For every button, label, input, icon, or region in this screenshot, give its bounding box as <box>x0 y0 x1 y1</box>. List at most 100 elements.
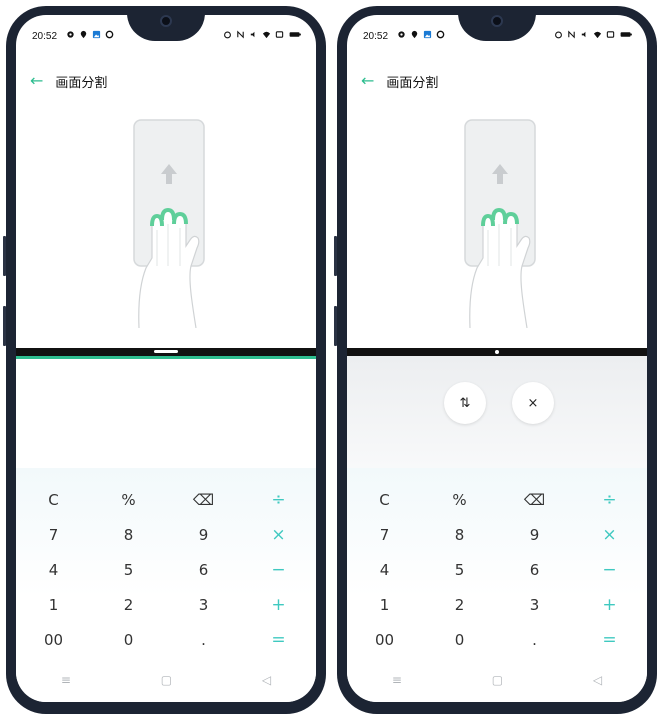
digit-key-6[interactable]: 6 <box>497 561 572 579</box>
equals-key[interactable]: = <box>241 630 316 650</box>
split-divider[interactable] <box>347 348 647 356</box>
status-time: 20:52 <box>363 31 389 42</box>
gallery-icon <box>423 30 432 39</box>
back-arrow-icon[interactable]: ← <box>30 73 43 89</box>
digit-key-4[interactable]: 4 <box>16 561 91 579</box>
plus-key[interactable]: + <box>572 595 647 615</box>
calculator-row: 00 0. = <box>16 622 316 657</box>
digit-key-8[interactable]: 8 <box>422 526 497 544</box>
phone-left: 20:52 ← 画面分割 C % ⌫ ÷ 7 8 9 × 4 5 6 − 1 2… <box>3 6 326 714</box>
percent-key[interactable]: % <box>91 491 166 509</box>
status-icons-left <box>66 30 114 39</box>
drag-handle-icon[interactable] <box>154 350 178 353</box>
double-zero-key[interactable]: 00 <box>16 631 91 649</box>
decimal-key[interactable]: . <box>166 631 241 649</box>
multiply-key[interactable]: × <box>572 525 647 545</box>
digit-key-8[interactable]: 8 <box>91 526 166 544</box>
calculator-row: 1 2 3 + <box>347 587 647 622</box>
backspace-key[interactable]: ⌫ <box>166 491 241 509</box>
status-time: 20:52 <box>32 31 58 42</box>
decimal-key[interactable]: . <box>497 631 572 649</box>
wifi-icon <box>262 31 271 39</box>
digit-key-5[interactable]: 5 <box>91 561 166 579</box>
backspace-key[interactable]: ⌫ <box>497 491 572 509</box>
calculator-row: 4 5 6− <box>347 552 647 587</box>
status-icons-right <box>554 30 633 39</box>
digit-key-6[interactable]: 6 <box>166 561 241 579</box>
multiply-key[interactable]: × <box>241 525 316 545</box>
active-window-indicator <box>16 356 316 359</box>
back-icon[interactable]: ◁ <box>593 673 602 687</box>
header: ← 画面分割 <box>361 71 438 91</box>
equals-key[interactable]: = <box>572 630 647 650</box>
gear-icon <box>398 31 405 38</box>
mute-icon <box>250 31 255 38</box>
calculator-row: 00 0. = <box>347 622 647 657</box>
minus-key[interactable]: − <box>572 560 647 580</box>
calculator-row: C% ⌫ ÷ <box>16 482 316 517</box>
alarm-icon <box>555 31 562 39</box>
location-icon <box>80 30 87 39</box>
calculator-panel: C% ⌫ ÷ 7 8 9 × 4 5 6−1 2 3 +00 0. = ≡ ▢ ◁ <box>16 468 316 702</box>
nfc-icon <box>568 30 575 39</box>
back-icon[interactable]: ◁ <box>262 673 271 687</box>
menu-icon[interactable]: ≡ <box>392 673 402 687</box>
plus-key[interactable]: + <box>241 595 316 615</box>
alarm-icon <box>224 31 231 39</box>
clear-key[interactable]: C <box>347 491 422 509</box>
gallery-icon <box>92 30 101 39</box>
digit-key-0[interactable]: 0 <box>91 631 166 649</box>
digit-key-9[interactable]: 9 <box>166 526 241 544</box>
mute-icon <box>581 31 586 38</box>
digit-key-0[interactable]: 0 <box>422 631 497 649</box>
screen-left: 20:52 ← 画面分割 C % ⌫ ÷ 7 8 9 × 4 5 6 − 1 2… <box>16 15 316 702</box>
digit-key-4[interactable]: 4 <box>347 561 422 579</box>
close-icon: × <box>527 395 539 411</box>
volume-button <box>334 236 337 276</box>
home-icon[interactable]: ▢ <box>492 673 503 687</box>
wifi-icon <box>593 31 602 39</box>
digit-key-9[interactable]: 9 <box>497 526 572 544</box>
page-title: 画面分割 <box>55 75 108 91</box>
digit-key-1[interactable]: 1 <box>347 596 422 614</box>
split-screen-controls: ⇅ × <box>347 356 647 468</box>
header: ← 画面分割 <box>30 71 107 91</box>
minus-key[interactable]: − <box>241 560 316 580</box>
calculator-row: 7 8 9 × <box>16 517 316 552</box>
status-icons-left <box>397 30 445 39</box>
digit-key-3[interactable]: 3 <box>166 596 241 614</box>
percent-key[interactable]: % <box>422 491 497 509</box>
calculator-keypad: C% ⌫ ÷ 7 8 9 × 4 5 6−1 2 3 +00 0. = <box>347 482 647 657</box>
swap-windows-button[interactable]: ⇅ <box>444 382 486 424</box>
digit-key-7[interactable]: 7 <box>347 526 422 544</box>
calculator-keypad: C% ⌫ ÷ 7 8 9 × 4 5 6−1 2 3 +00 0. = <box>16 482 316 657</box>
digit-key-3[interactable]: 3 <box>497 596 572 614</box>
clear-key[interactable]: C <box>16 491 91 509</box>
calculator-row: 1 2 3 + <box>16 587 316 622</box>
page-title: 画面分割 <box>386 75 439 91</box>
three-finger-swipe-illustration-icon <box>464 119 536 328</box>
home-icon[interactable]: ▢ <box>161 673 172 687</box>
divide-key[interactable]: ÷ <box>241 490 316 510</box>
split-divider[interactable] <box>16 348 316 356</box>
sync-icon <box>105 30 114 39</box>
back-arrow-icon[interactable]: ← <box>361 73 374 89</box>
digit-key-2[interactable]: 2 <box>422 596 497 614</box>
digit-key-7[interactable]: 7 <box>16 526 91 544</box>
drag-handle-icon[interactable] <box>495 350 499 354</box>
nfc-icon <box>237 30 244 39</box>
divide-key[interactable]: ÷ <box>572 490 647 510</box>
calculator-row: 7 8 9 × <box>347 517 647 552</box>
double-zero-key[interactable]: 00 <box>347 631 422 649</box>
three-finger-swipe-illustration-icon <box>133 119 205 328</box>
digit-key-2[interactable]: 2 <box>91 596 166 614</box>
digit-key-1[interactable]: 1 <box>16 596 91 614</box>
calculator-panel: C% ⌫ ÷ 7 8 9 × 4 5 6−1 2 3 +00 0. = ≡ ▢ ◁ <box>347 468 647 702</box>
location-icon <box>411 30 418 39</box>
calculator-row: 4 5 6− <box>16 552 316 587</box>
sim-icon <box>606 31 615 38</box>
close-split-button[interactable]: × <box>512 382 554 424</box>
digit-key-5[interactable]: 5 <box>422 561 497 579</box>
menu-icon[interactable]: ≡ <box>61 673 71 687</box>
status-icons-right <box>223 30 302 39</box>
